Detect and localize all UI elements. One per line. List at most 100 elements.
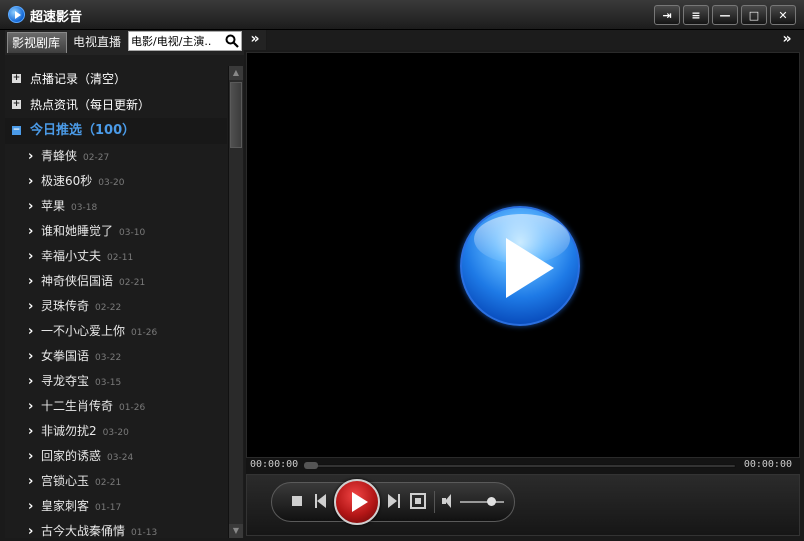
window-controls: ⇥ ≡ — □ ✕ — [654, 5, 796, 25]
list-item[interactable]: › 女拳国语 03-22 — [5, 344, 227, 369]
minimize-button[interactable]: — — [712, 5, 738, 25]
list-item[interactable]: › 非诚勿扰2 03-20 — [5, 419, 227, 444]
item-title: 神奇侠侣国语 — [41, 274, 114, 288]
app-title: 超速影音 — [30, 10, 83, 25]
list-item[interactable]: › 幸福小丈夫 02-11 — [5, 244, 227, 269]
item-date: 03-22 — [95, 353, 122, 363]
item-title: 苹果 — [41, 199, 66, 213]
section-news[interactable]: + 热点资讯（每日更新） — [5, 92, 227, 118]
section-label: 今日推选（100） — [30, 123, 136, 138]
close-button[interactable]: ✕ — [770, 5, 796, 25]
video-topbar: » — [267, 30, 800, 50]
chevron-right-icon: › — [28, 349, 34, 364]
scroll-down-icon[interactable]: ▼ — [229, 524, 243, 538]
collapse-icon[interactable]: − — [12, 126, 21, 135]
section-history[interactable]: + 点播记录（清空） — [5, 66, 227, 92]
chevron-right-icon: › — [28, 374, 34, 389]
list-item[interactable]: › 一不小心爱上你 01-26 — [5, 319, 227, 344]
total-time: 00:00:00 — [743, 459, 792, 470]
collapse-panel-button[interactable]: » — [244, 30, 266, 50]
seek-bar[interactable] — [306, 464, 736, 468]
item-title: 青蜂侠 — [41, 149, 78, 163]
app-logo-icon — [8, 6, 25, 23]
maximize-button[interactable]: □ — [741, 5, 767, 25]
divider — [434, 491, 435, 513]
chevron-right-icon: › — [28, 299, 34, 314]
fullscreen-icon[interactable] — [410, 493, 426, 509]
chevron-right-icon: › — [28, 424, 34, 439]
list-item[interactable]: › 宫锁心玉 02-21 — [5, 469, 227, 494]
tab-library[interactable]: 影视剧库 — [7, 32, 67, 53]
list-item[interactable]: › 灵珠传奇 02-22 — [5, 294, 227, 319]
list-item[interactable]: › 谁和她睡觉了 03-10 — [5, 219, 227, 244]
list-scrollbar[interactable]: ▲ ▼ — [228, 66, 243, 538]
item-title: 古今大战秦俑情 — [41, 524, 126, 538]
item-date: 02-21 — [119, 278, 146, 288]
item-date: 02-21 — [95, 478, 122, 488]
item-date: 03-20 — [98, 178, 125, 188]
item-title: 皇家刺客 — [41, 499, 90, 513]
chevron-right-icon: › — [28, 149, 34, 164]
next-icon[interactable] — [388, 494, 400, 508]
search-icon[interactable] — [225, 34, 239, 48]
search-input[interactable] — [131, 33, 223, 49]
chevron-right-icon: › — [28, 399, 34, 414]
volume-slider[interactable] — [460, 501, 504, 503]
chevron-right-icon: › — [28, 324, 34, 339]
program-list: + 点播记录（清空） + 热点资讯（每日更新） − 今日推选（100） › 青蜂侠… — [5, 66, 227, 538]
item-date: 03-15 — [95, 378, 122, 388]
section-today[interactable]: − 今日推选（100） — [5, 118, 227, 144]
list-item[interactable]: › 回家的诱惑 03-24 — [5, 444, 227, 469]
item-date: 01-26 — [119, 403, 146, 413]
progress-bar-row: 00:00:00 00:00:00 — [246, 458, 800, 474]
list-item[interactable]: › 神奇侠侣国语 02-21 — [5, 269, 227, 294]
item-title: 女拳国语 — [41, 349, 90, 363]
volume-knob[interactable] — [486, 497, 496, 506]
play-button[interactable] — [334, 479, 380, 525]
item-title: 一不小心爱上你 — [41, 324, 126, 338]
item-date: 01-13 — [131, 528, 158, 538]
list-item[interactable]: › 古今大战秦俑情 01-13 — [5, 519, 227, 538]
section-label: 热点资讯（每日更新） — [30, 98, 151, 112]
stop-icon[interactable] — [292, 496, 302, 506]
section-label: 点播记录（清空） — [30, 72, 127, 86]
expand-sidebar-button[interactable]: » — [776, 30, 798, 50]
list-item[interactable]: › 十二生肖传奇 01-26 — [5, 394, 227, 419]
today-items: › 青蜂侠 02-27 › 极速60秒 03-20 › 苹果 03-18 › 谁和她睡觉了 03-10… — [5, 144, 227, 538]
chevron-right-icon: › — [28, 474, 34, 489]
player-controls — [246, 474, 800, 536]
scroll-thumb[interactable] — [230, 82, 242, 148]
item-date: 01-17 — [95, 503, 122, 513]
previous-icon[interactable] — [315, 494, 327, 508]
item-date: 03-24 — [107, 453, 134, 463]
library-panel: 影视剧库 电视直播 + 点播记录（清空） + 热点资讯（每日更新） − 今日推选… — [5, 30, 244, 538]
pin-button[interactable]: ⇥ — [654, 5, 680, 25]
title-bar: 超速影音 ⇥ ≡ — □ ✕ — [0, 0, 804, 30]
item-date: 02-22 — [95, 303, 122, 313]
chevron-right-icon: › — [28, 224, 34, 239]
item-title: 灵珠传奇 — [41, 299, 90, 313]
list-item[interactable]: › 极速60秒 03-20 — [5, 169, 227, 194]
volume-icon[interactable] — [442, 494, 458, 508]
expand-icon[interactable]: + — [12, 100, 21, 109]
seek-knob[interactable] — [304, 462, 318, 469]
menu-dropdown-button[interactable]: ≡ — [683, 5, 709, 25]
item-date: 01-26 — [131, 328, 158, 338]
list-item[interactable]: › 苹果 03-18 — [5, 194, 227, 219]
current-time: 00:00:00 — [250, 459, 299, 470]
chevron-right-icon: › — [28, 524, 34, 538]
list-item[interactable]: › 寻龙夺宝 03-15 — [5, 369, 227, 394]
list-item[interactable]: › 皇家刺客 01-17 — [5, 494, 227, 519]
chevron-right-icon: › — [28, 499, 34, 514]
chevron-right-icon: › — [28, 174, 34, 189]
chevron-right-icon: › — [28, 274, 34, 289]
expand-icon[interactable]: + — [12, 74, 21, 83]
item-date: 02-27 — [83, 153, 110, 163]
big-play-button[interactable] — [460, 206, 580, 326]
list-item[interactable]: › 青蜂侠 02-27 — [5, 144, 227, 169]
video-area[interactable] — [246, 52, 800, 458]
scroll-up-icon[interactable]: ▲ — [229, 66, 243, 80]
tab-live-tv[interactable]: 电视直播 — [69, 32, 127, 53]
play-icon — [506, 238, 554, 298]
item-date: 02-11 — [107, 253, 134, 263]
